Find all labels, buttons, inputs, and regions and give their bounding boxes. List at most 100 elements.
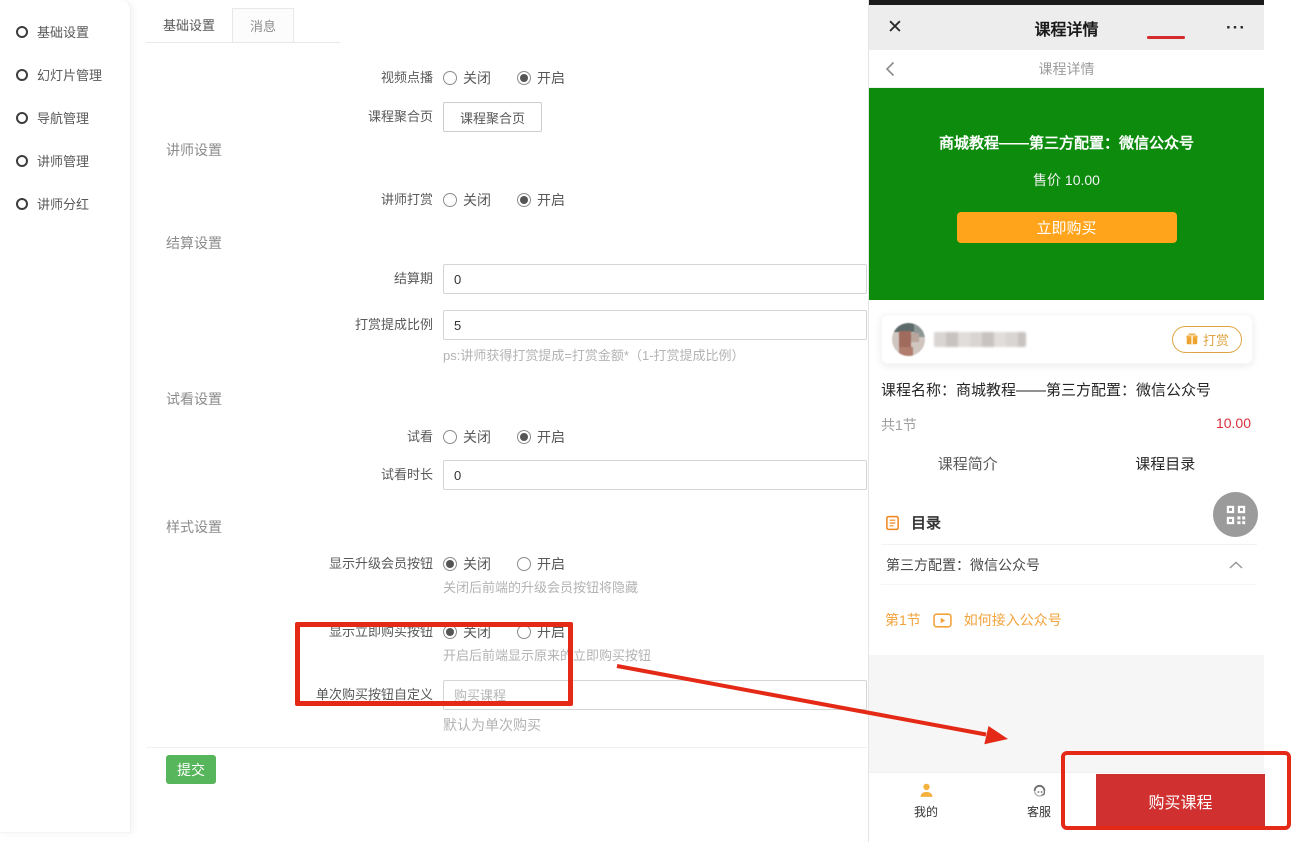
radio-option-off[interactable]: 关闭 bbox=[443, 554, 491, 574]
radio-icon-checked[interactable] bbox=[517, 71, 531, 85]
circle-icon bbox=[16, 198, 28, 210]
settlement-period-input[interactable] bbox=[443, 264, 867, 294]
phone-subnav: 课程详情 bbox=[869, 50, 1264, 88]
circle-icon bbox=[16, 69, 28, 81]
course-meta-row: 共1节 10.00 bbox=[881, 415, 1251, 435]
row-reward-ratio: 打赏提成比例 ps:讲师获得打赏提成=打赏金额*（1-打赏提成比例） bbox=[146, 310, 867, 364]
circle-icon bbox=[16, 155, 28, 167]
row-trial-duration: 试看时长 bbox=[146, 460, 867, 490]
radio-label: 关闭 bbox=[463, 427, 491, 447]
circle-icon bbox=[16, 26, 28, 38]
radio-option-on[interactable]: 开启 bbox=[517, 622, 565, 642]
radio-option-off[interactable]: 关闭 bbox=[443, 190, 491, 210]
radio-option-off[interactable]: 关闭 bbox=[443, 427, 491, 447]
sidebar-item-slides[interactable]: 幻灯片管理 bbox=[0, 53, 130, 96]
circle-icon bbox=[16, 112, 28, 124]
lesson-number: 第1节 bbox=[885, 610, 921, 630]
field-label: 显示立即购买按钮 bbox=[146, 621, 433, 643]
reward-ratio-input[interactable] bbox=[443, 310, 867, 340]
bottom-tab-service[interactable]: 客服 bbox=[1007, 780, 1071, 820]
course-name-line: 课程名称：商城教程——第三方配置：微信公众号 bbox=[881, 379, 1211, 400]
settings-form: 基础设置 消息 视频点播 关闭 开启 课程聚合页 课程聚合页 讲师设置 讲师打赏 bbox=[146, 0, 867, 784]
radio-option-on[interactable]: 开启 bbox=[517, 190, 565, 210]
radio-label: 关闭 bbox=[463, 190, 491, 210]
sidebar-item-navigation[interactable]: 导航管理 bbox=[0, 96, 130, 139]
radio-option-on[interactable]: 开启 bbox=[517, 427, 565, 447]
radio-icon-checked[interactable] bbox=[443, 625, 457, 639]
phone-subnav-title: 课程详情 bbox=[869, 59, 1264, 79]
sidebar-item-lecturer-management[interactable]: 讲师管理 bbox=[0, 139, 130, 182]
person-icon bbox=[894, 780, 958, 800]
more-icon[interactable]: ··· bbox=[1226, 18, 1246, 38]
lesson-row[interactable]: 第1节 如何接入公众号 bbox=[885, 600, 1062, 640]
radio-icon-checked[interactable] bbox=[443, 557, 457, 571]
radio-icon[interactable] bbox=[443, 430, 457, 444]
section-style-settings: 样式设置 bbox=[166, 517, 867, 537]
field-label: 结算期 bbox=[146, 264, 433, 294]
tab-messages[interactable]: 消息 bbox=[232, 8, 294, 42]
radio-label: 开启 bbox=[537, 554, 565, 574]
phone-bottom-bar: 我的 客服 购买课程 bbox=[869, 772, 1264, 830]
divider bbox=[146, 747, 867, 748]
buy-now-button[interactable]: 立即购买 bbox=[957, 212, 1177, 243]
sidebar-item-label: 讲师分红 bbox=[37, 194, 89, 213]
row-lecturer-reward: 讲师打赏 关闭 开启 bbox=[146, 189, 867, 211]
buy-course-button[interactable]: 购买课程 bbox=[1096, 774, 1265, 827]
qr-code-icon bbox=[1225, 504, 1247, 526]
gift-icon bbox=[1185, 332, 1199, 346]
bottom-tab-label: 我的 bbox=[894, 803, 958, 820]
field-hint: 关闭后前端的升级会员按钮将隐藏 bbox=[443, 577, 867, 596]
tab-course-intro[interactable]: 课程简介 bbox=[869, 450, 1067, 487]
tab-basic-settings[interactable]: 基础设置 bbox=[146, 8, 232, 42]
section-settlement-settings: 结算设置 bbox=[166, 233, 867, 253]
radio-option-off[interactable]: 关闭 bbox=[443, 68, 491, 88]
chapter-row[interactable]: 第三方配置：微信公众号 bbox=[881, 544, 1257, 585]
page-background-area bbox=[869, 655, 1264, 772]
qr-code-button[interactable] bbox=[1213, 492, 1258, 537]
trial-duration-input[interactable] bbox=[443, 460, 867, 490]
sidebar-item-label: 讲师管理 bbox=[37, 151, 89, 170]
chevron-up-icon[interactable] bbox=[1229, 561, 1243, 569]
field-label: 讲师打赏 bbox=[146, 189, 433, 211]
radio-icon[interactable] bbox=[517, 625, 531, 639]
radio-option-off[interactable]: 关闭 bbox=[443, 622, 491, 642]
row-show-buy-now-button: 显示立即购买按钮 关闭 开启 开启后前端显示原来的立即购买按钮 bbox=[146, 621, 867, 664]
reward-button[interactable]: 打赏 bbox=[1172, 326, 1242, 353]
radio-label: 关闭 bbox=[463, 622, 491, 642]
radio-label: 关闭 bbox=[463, 68, 491, 88]
sidebar-item-label: 幻灯片管理 bbox=[37, 65, 102, 84]
bottom-tab-label: 客服 bbox=[1007, 803, 1071, 820]
field-label: 打赏提成比例 bbox=[146, 310, 433, 340]
single-buy-custom-input[interactable] bbox=[443, 680, 867, 710]
bottom-tab-mine[interactable]: 我的 bbox=[894, 780, 958, 820]
row-single-buy-custom: 单次购买按钮自定义 默认为单次购买 bbox=[146, 680, 867, 735]
row-settlement-period: 结算期 bbox=[146, 264, 867, 294]
radio-icon[interactable] bbox=[443, 193, 457, 207]
radio-icon[interactable] bbox=[517, 557, 531, 571]
radio-label: 开启 bbox=[537, 427, 565, 447]
submit-button[interactable]: 提交 bbox=[166, 755, 216, 784]
radio-icon[interactable] bbox=[443, 71, 457, 85]
radio-icon-checked[interactable] bbox=[517, 430, 531, 444]
sidebar-item-lecturer-dividend[interactable]: 讲师分红 bbox=[0, 182, 130, 225]
course-aggregate-button[interactable]: 课程聚合页 bbox=[443, 102, 542, 132]
section-trial-settings: 试看设置 bbox=[166, 389, 867, 409]
headset-icon bbox=[1007, 780, 1071, 800]
field-label: 单次购买按钮自定义 bbox=[146, 680, 433, 710]
tab-course-catalog[interactable]: 课程目录 bbox=[1067, 450, 1265, 487]
sidebar-item-label: 基础设置 bbox=[37, 22, 89, 41]
sidebar-item-label: 导航管理 bbox=[37, 108, 89, 127]
chapter-title: 第三方配置：微信公众号 bbox=[886, 555, 1040, 575]
tab-bar: 基础设置 消息 bbox=[146, 8, 340, 43]
row-trial: 试看 关闭 开启 bbox=[146, 426, 867, 448]
catalog-header-label: 目录 bbox=[911, 512, 941, 533]
radio-icon-checked[interactable] bbox=[517, 193, 531, 207]
course-banner: 商城教程——第三方配置：微信公众号 售价 10.00 立即购买 bbox=[869, 88, 1264, 300]
field-label: 试看时长 bbox=[146, 460, 433, 490]
phone-preview: ✕ 课程详情 ··· 课程详情 商城教程——第三方配置：微信公众号 售价 10.… bbox=[868, 0, 1264, 842]
sidebar-item-basic-settings[interactable]: 基础设置 bbox=[0, 10, 130, 53]
field-label: 显示升级会员按钮 bbox=[146, 553, 433, 575]
radio-option-on[interactable]: 开启 bbox=[517, 554, 565, 574]
row-video-vod: 视频点播 关闭 开启 bbox=[146, 67, 867, 89]
radio-option-on[interactable]: 开启 bbox=[517, 68, 565, 88]
